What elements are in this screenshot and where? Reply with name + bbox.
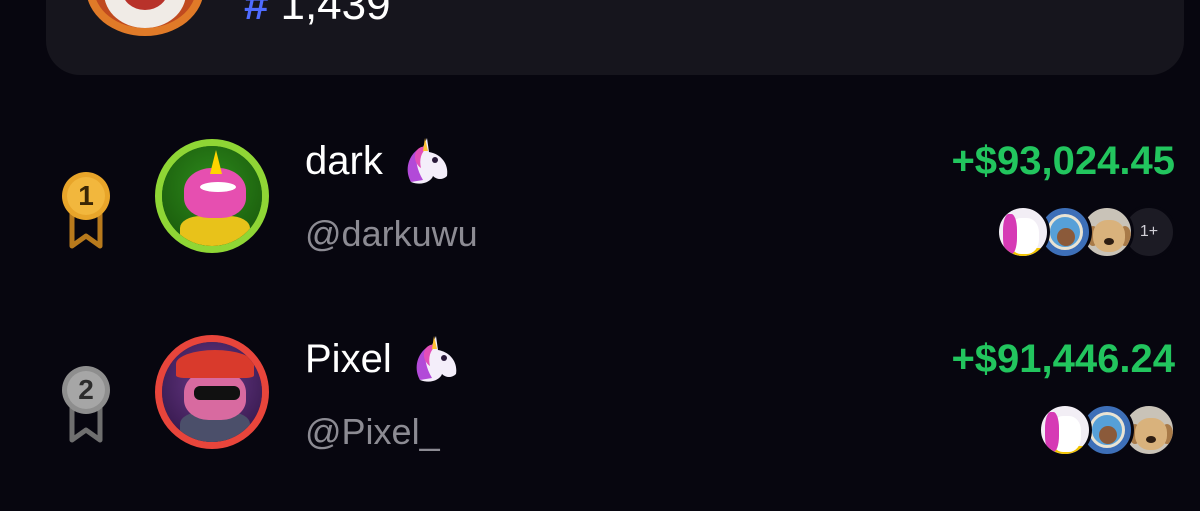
hash-icon: #	[244, 0, 269, 29]
user-handle[interactable]: @Pixel_	[305, 410, 440, 454]
profit-value: +$93,024.45	[951, 139, 1175, 183]
unicorn-emoji-icon	[406, 334, 462, 384]
gold-medal-icon: 1	[60, 170, 112, 250]
name-line: Pixel	[305, 334, 462, 384]
my-rank-value: 1,439	[280, 0, 391, 29]
profit-value: +$91,446.24	[951, 337, 1175, 381]
user-handle[interactable]: @darkuwu	[305, 212, 478, 256]
rank-number: 2	[78, 374, 94, 405]
display-name[interactable]: Pixel	[305, 334, 392, 384]
display-name[interactable]: dark	[305, 136, 383, 186]
avatar[interactable]	[155, 139, 269, 253]
my-rank: #1,439	[244, 0, 391, 27]
holder-avatars[interactable]	[1038, 402, 1176, 458]
avatar[interactable]	[155, 335, 269, 449]
name-line: dark	[305, 136, 453, 186]
my-rank-card[interactable]	[46, 0, 1184, 75]
leaderboard-row[interactable]: 2 Pixel @Pixel_ +$91,446.24	[0, 318, 1200, 508]
leaderboard-row[interactable]: 1 dark @darkuwu +$93,024.45 1+	[0, 120, 1200, 310]
rank-number: 1	[78, 180, 94, 211]
unicorn-avatar[interactable]	[996, 205, 1050, 259]
holder-avatars[interactable]: 1+	[996, 204, 1176, 260]
unicorn-avatar[interactable]	[1038, 403, 1092, 457]
silver-medal-icon: 2	[60, 364, 112, 444]
leaderboard-screen: #1,439 1 dark @darkuwu +$93,024.45 1+ 2 …	[0, 0, 1200, 511]
unicorn-emoji-icon	[397, 136, 453, 186]
